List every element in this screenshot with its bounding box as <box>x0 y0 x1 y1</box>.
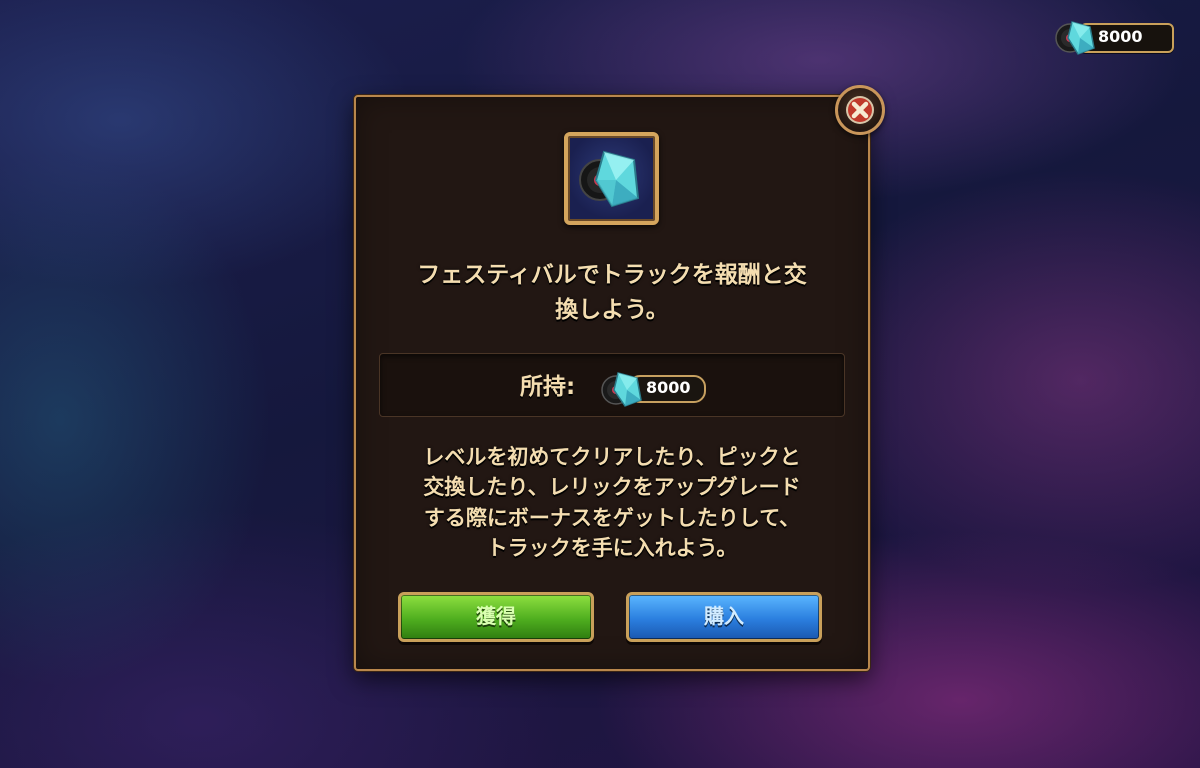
buy-button[interactable]: 購入 <box>626 592 822 642</box>
track-gem-icon <box>579 150 640 208</box>
description-line-2: 交換したり、レリックをアップグレード <box>423 475 801 499</box>
currency-amount: 8000 <box>1098 27 1143 46</box>
description-line-4: トラックを手に入れよう。 <box>486 536 738 560</box>
close-icon <box>846 96 874 124</box>
obtain-button[interactable]: 獲得 <box>398 592 594 642</box>
owned-currency-chip: 8000 <box>600 368 706 408</box>
modal-title-line-2: 換しよう。 <box>555 297 669 323</box>
modal-title-line-1: フェスティバルでトラックを報酬と交 <box>417 262 807 288</box>
description-line-3: する際にボーナスをゲットしたりして、 <box>423 506 801 530</box>
description-line-1: レベルを初めてクリアしたり、ピックと <box>423 445 801 469</box>
item-icon-frame <box>564 132 659 225</box>
close-button[interactable] <box>835 85 885 135</box>
currency-display: 8000 <box>1054 18 1174 56</box>
owned-label: 所持: <box>520 374 576 400</box>
track-gem-icon <box>601 372 642 407</box>
track-gem-icon <box>1055 21 1095 55</box>
owned-amount: 8000 <box>646 378 691 397</box>
